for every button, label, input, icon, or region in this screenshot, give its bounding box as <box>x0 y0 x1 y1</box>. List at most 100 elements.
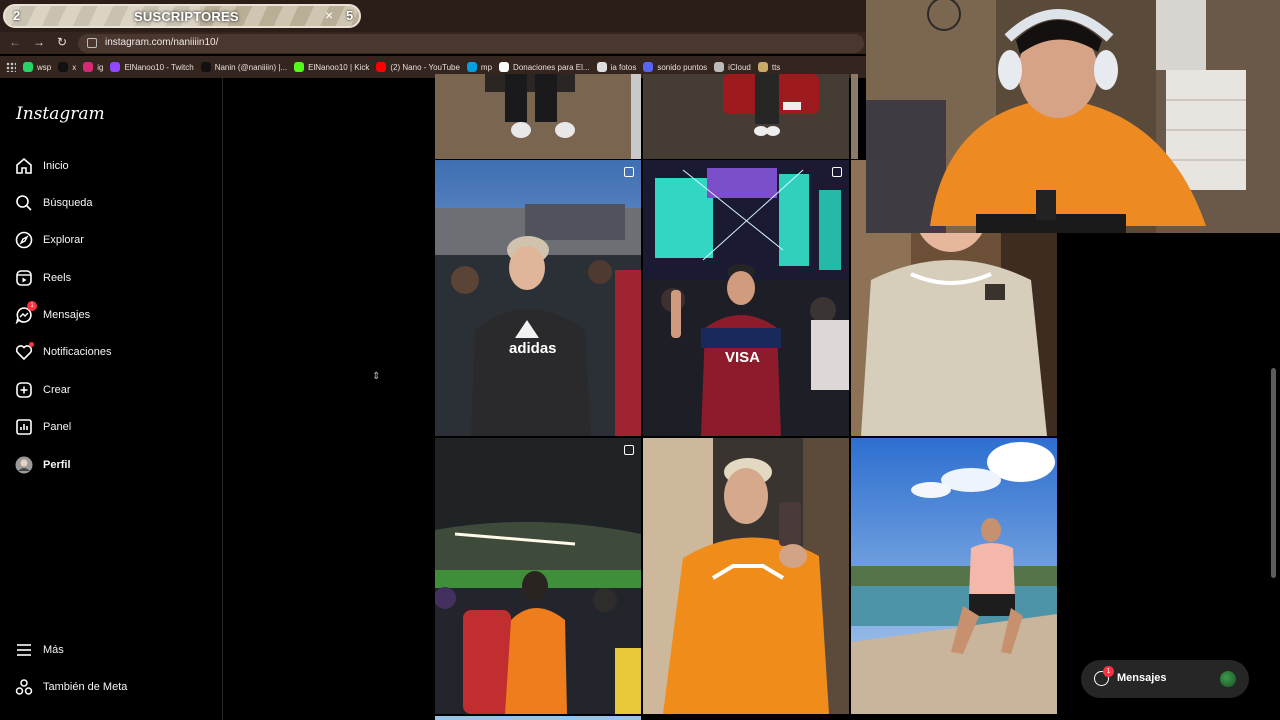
sidebar-item-panel[interactable]: Panel <box>15 415 71 439</box>
post-tile-edge[interactable] <box>851 74 858 159</box>
bookmark-item[interactable]: iCloud <box>714 62 751 72</box>
bookmark-item[interactable]: (2) Nano - YouTube <box>376 62 460 72</box>
bookmark-item[interactable]: wsp <box>23 62 51 72</box>
reload-icon[interactable]: ↻ <box>57 35 67 49</box>
carousel-icon <box>832 167 842 177</box>
avatar <box>1220 671 1236 687</box>
mouse-cursor-icon: ⇕ <box>372 371 381 382</box>
subscriber-goal-overlay: gram 2 SUSCRIPTORES × 5 <box>3 4 361 28</box>
bookmark-label: iCloud <box>728 62 751 72</box>
post-tile[interactable] <box>643 438 849 714</box>
goal-title: SUSCRIPTORES <box>134 9 239 24</box>
post-image <box>435 74 641 159</box>
bookmark-favicon-icon <box>200 62 211 72</box>
post-tile[interactable] <box>643 74 849 159</box>
bookmark-favicon-icon <box>58 62 69 72</box>
bookmark-favicon-icon <box>643 62 654 72</box>
messages-badge: 1 <box>1103 666 1114 677</box>
bookmark-favicon-icon <box>714 62 725 72</box>
bookmark-favicon-icon <box>757 62 768 72</box>
messages-label: Mensajes <box>1117 672 1167 684</box>
tab-close-icon[interactable]: × <box>325 7 333 23</box>
sidebar-item-label: Reels <box>43 272 72 284</box>
sidebar-item-label: Más <box>43 644 64 656</box>
bookmark-label: (2) Nano - YouTube <box>390 62 460 72</box>
scrollbar-thumb[interactable] <box>1271 368 1276 578</box>
search-icon <box>15 194 33 212</box>
post-image <box>643 438 849 714</box>
bookmark-label: wsp <box>37 62 52 72</box>
bookmark-favicon-icon <box>23 62 33 72</box>
menu-icon <box>15 641 33 659</box>
bookmark-label: sonido puntos <box>657 62 708 72</box>
sidebar-item-crear[interactable]: Crear <box>15 378 71 402</box>
sidebar-item-busqueda[interactable]: Búsqueda <box>15 191 93 215</box>
bookmark-item[interactable]: Donaciones para El... <box>499 62 590 72</box>
address-bar[interactable]: instagram.com/naniiiin10/ <box>78 34 864 53</box>
heart-icon <box>15 342 34 361</box>
post-image <box>643 74 849 159</box>
site-info-icon[interactable] <box>87 38 97 48</box>
messages-floating-button[interactable]: 1 Mensajes <box>1081 660 1249 698</box>
sidebar-item-explorar[interactable]: Explorar <box>15 228 84 252</box>
bookmark-item[interactable]: ig <box>83 62 103 72</box>
apps-grid-icon[interactable] <box>6 62 16 72</box>
post-image <box>435 438 641 714</box>
browser-tab-bar: gram 2 SUSCRIPTORES × 5 <box>0 0 866 32</box>
sidebar-item-label: Perfil <box>43 459 71 471</box>
reels-icon <box>15 269 33 287</box>
bookmark-item[interactable]: ia fotos <box>596 62 637 72</box>
bookmark-favicon-icon <box>466 62 477 72</box>
plus-icon <box>15 381 33 399</box>
shirt-print-text: adidas <box>509 340 557 357</box>
webcam-image <box>866 0 1280 233</box>
bookmark-label: ig <box>97 62 104 72</box>
bookmark-label: ElNanoo10 - Twitch <box>124 62 194 72</box>
bookmark-label: x <box>72 62 77 72</box>
instagram-logo[interactable]: Instagram <box>16 104 105 124</box>
bookmark-favicon-icon <box>294 62 305 72</box>
bookmark-item[interactable]: ElNanoo10 - Twitch <box>110 62 194 72</box>
post-tile[interactable]: VISA <box>643 160 849 436</box>
carousel-icon <box>624 167 634 177</box>
sidebar-item-reels[interactable]: Reels <box>15 266 71 290</box>
page-scrollbar[interactable] <box>1269 238 1278 720</box>
bookmark-label: ia fotos <box>610 62 637 72</box>
post-tile[interactable] <box>435 74 641 159</box>
browser-toolbar: ← → ↻ instagram.com/naniiiin10/ <box>0 32 866 54</box>
forward-arrow-icon[interactable]: → <box>33 35 45 49</box>
notification-dot <box>29 342 34 347</box>
sidebar-item-perfil[interactable]: Perfil <box>15 453 71 477</box>
bookmark-item[interactable]: ElNanoo10 | Kick <box>294 62 369 72</box>
bookmark-item[interactable]: sonido puntos <box>643 62 707 72</box>
back-arrow-icon[interactable]: ← <box>9 35 21 49</box>
bookmark-label: Nanin (@naniiiin) |... <box>214 62 288 72</box>
compass-icon <box>15 231 33 249</box>
sidebar-item-mensajes[interactable]: 1 Mensajes <box>15 301 90 327</box>
post-tile[interactable] <box>435 438 641 714</box>
goal-end-value: 5 <box>346 8 354 23</box>
sidebar-item-meta[interactable]: También de Meta <box>15 675 127 699</box>
post-tile[interactable] <box>851 438 1057 714</box>
goal-start-value: 2 <box>13 8 21 23</box>
sidebar-item-mas[interactable]: Más <box>15 638 64 662</box>
post-tile-edge[interactable] <box>435 716 641 720</box>
sidebar-item-label: Panel <box>43 421 72 433</box>
messenger-icon: 1 <box>15 301 37 325</box>
sidebar-item-label: También de Meta <box>43 681 128 693</box>
post-tile[interactable]: adidas <box>435 160 641 436</box>
bookmark-item[interactable]: Nanin (@naniiiin) |... <box>200 62 288 72</box>
sidebar-item-label: Crear <box>43 384 71 396</box>
bookmark-item[interactable]: mp <box>466 62 492 72</box>
bookmark-label: tts <box>771 62 781 72</box>
webcam-overlay <box>866 0 1280 233</box>
bookmark-item[interactable]: x <box>58 62 76 72</box>
bookmark-label: ElNanoo10 | Kick <box>308 62 370 72</box>
sidebar-item-notificaciones[interactable]: Notificaciones <box>15 340 111 364</box>
bookmark-favicon-icon <box>376 62 387 72</box>
bookmark-favicon-icon <box>110 62 121 72</box>
url-text[interactable]: instagram.com/naniiiin10/ <box>105 37 218 48</box>
sidebar-item-inicio[interactable]: Inicio <box>15 154 69 178</box>
bookmark-item[interactable]: tts <box>757 62 781 72</box>
sidebar-item-label: Notificaciones <box>43 346 112 358</box>
